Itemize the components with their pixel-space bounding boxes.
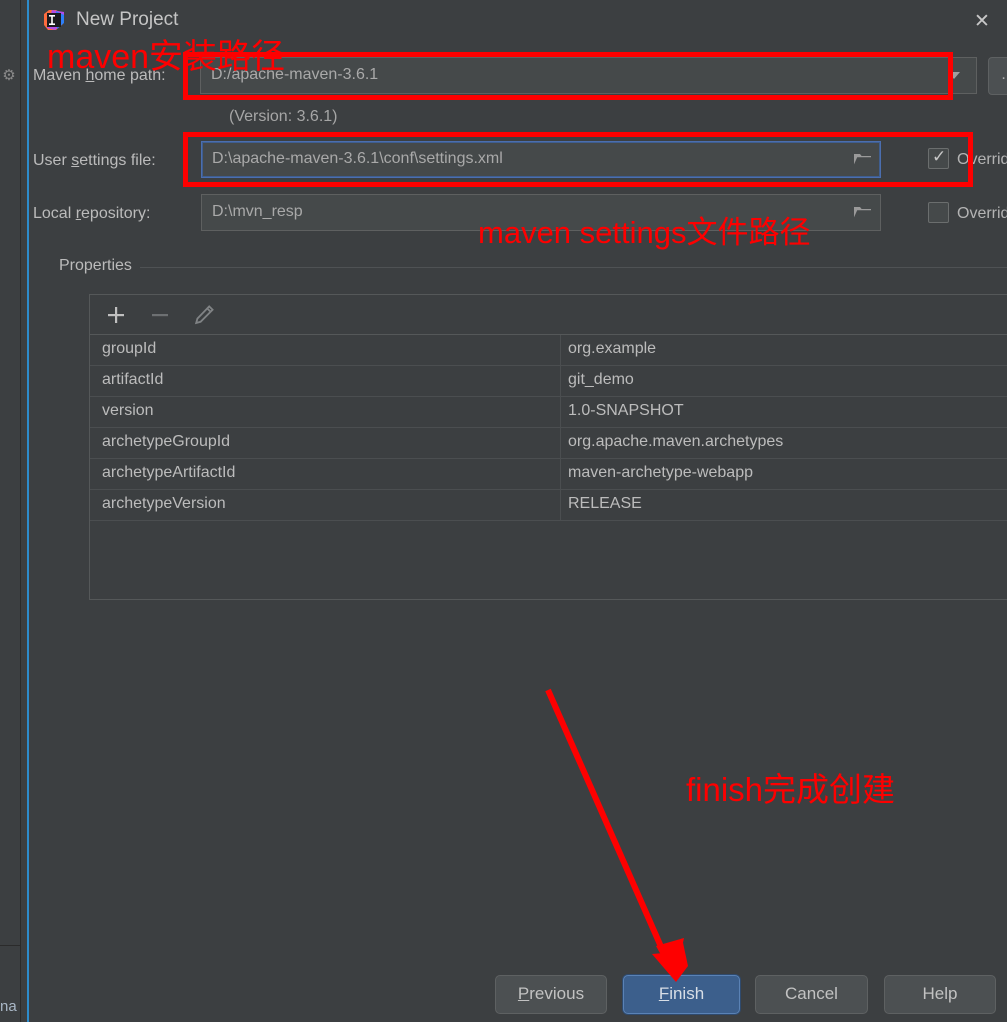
user-settings-file-value: D:\apache-maven-3.6.1\conf\settings.xml	[212, 150, 503, 167]
property-value: 1.0-SNAPSHOT	[568, 402, 684, 419]
property-key: version	[102, 402, 154, 419]
pencil-icon	[192, 303, 216, 327]
local-repository-label: Local repository:	[33, 205, 151, 222]
user-settings-file-input[interactable]: D:\apache-maven-3.6.1\conf\settings.xml	[201, 141, 881, 178]
ide-left-toolbar-strip	[0, 0, 21, 1022]
ide-strip-divider	[0, 945, 20, 946]
local-repository-input[interactable]: D:\mvn_resp	[201, 194, 881, 231]
properties-group-separator	[59, 267, 1007, 268]
properties-table-toolbar	[90, 295, 1007, 335]
maven-home-path-browse-button[interactable]: ...	[988, 57, 1007, 95]
property-key: artifactId	[102, 371, 164, 388]
close-icon[interactable]: ✕	[965, 8, 999, 36]
window-title: New Project	[76, 9, 179, 30]
local-repository-value: D:\mvn_resp	[212, 203, 303, 220]
table-row[interactable]: version 1.0-SNAPSHOT	[90, 397, 1007, 428]
finish-button[interactable]: Finish	[623, 975, 740, 1014]
table-row[interactable]: archetypeArtifactId maven-archetype-webap…	[90, 459, 1007, 490]
gear-icon[interactable]: ⚙	[1, 68, 17, 84]
property-key: archetypeVersion	[102, 495, 226, 512]
table-row[interactable]: artifactId git_demo	[90, 366, 1007, 397]
dialog-titlebar: New Project ✕	[29, 0, 1007, 42]
maven-home-path-value: D:/apache-maven-3.6.1	[211, 66, 379, 83]
property-value: git_demo	[568, 371, 634, 388]
user-settings-file-label: User settings file:	[33, 152, 156, 169]
previous-button[interactable]: Previous	[495, 975, 607, 1014]
table-row[interactable]: groupId org.example	[90, 335, 1007, 366]
table-row[interactable]: archetypeGroupId org.apache.maven.archety…	[90, 428, 1007, 459]
properties-group-title: Properties	[59, 257, 140, 275]
column-separator	[560, 490, 561, 521]
plus-icon[interactable]	[104, 303, 128, 327]
property-value: RELEASE	[568, 495, 642, 512]
new-project-dialog: New Project ✕ Maven home path: D:/apache…	[27, 0, 1007, 1022]
column-separator	[560, 335, 561, 366]
cancel-button[interactable]: Cancel	[755, 975, 868, 1014]
property-key: archetypeGroupId	[102, 433, 231, 450]
property-value: org.example	[568, 340, 657, 357]
property-value: maven-archetype-webapp	[568, 464, 753, 481]
properties-table-panel: groupId org.example artifactId git_demovers…	[89, 294, 1007, 600]
column-separator	[560, 397, 561, 428]
property-key: archetypeArtifactId	[102, 464, 236, 481]
column-separator	[560, 366, 561, 397]
help-button[interactable]: Help	[884, 975, 996, 1014]
maven-version-note: (Version: 3.6.1)	[229, 108, 338, 125]
intellij-idea-icon	[43, 9, 65, 31]
maven-home-path-input[interactable]: D:/apache-maven-3.6.1	[200, 57, 936, 94]
property-value: org.apache.maven.archetypes	[568, 433, 784, 450]
column-separator	[560, 428, 561, 459]
minus-icon	[148, 303, 172, 327]
local-repository-override-checkbox[interactable]	[928, 202, 949, 223]
maven-home-path-label: Maven home path:	[33, 67, 166, 84]
check-icon: ✓	[932, 147, 947, 166]
user-settings-override-checkbox[interactable]: ✓	[928, 147, 949, 169]
maven-home-path-dropdown-button[interactable]	[935, 57, 977, 94]
folder-icon[interactable]	[853, 151, 872, 167]
local-repository-override-label: Override	[957, 205, 1007, 222]
user-settings-override-label: Override	[957, 151, 1007, 168]
folder-icon[interactable]	[853, 204, 872, 220]
chevron-down-icon	[948, 72, 960, 79]
background-partial-text: na	[0, 998, 17, 1015]
column-separator	[560, 459, 561, 490]
table-row[interactable]: archetypeVersion RELEASE	[90, 490, 1007, 521]
property-key: groupId	[102, 340, 157, 357]
